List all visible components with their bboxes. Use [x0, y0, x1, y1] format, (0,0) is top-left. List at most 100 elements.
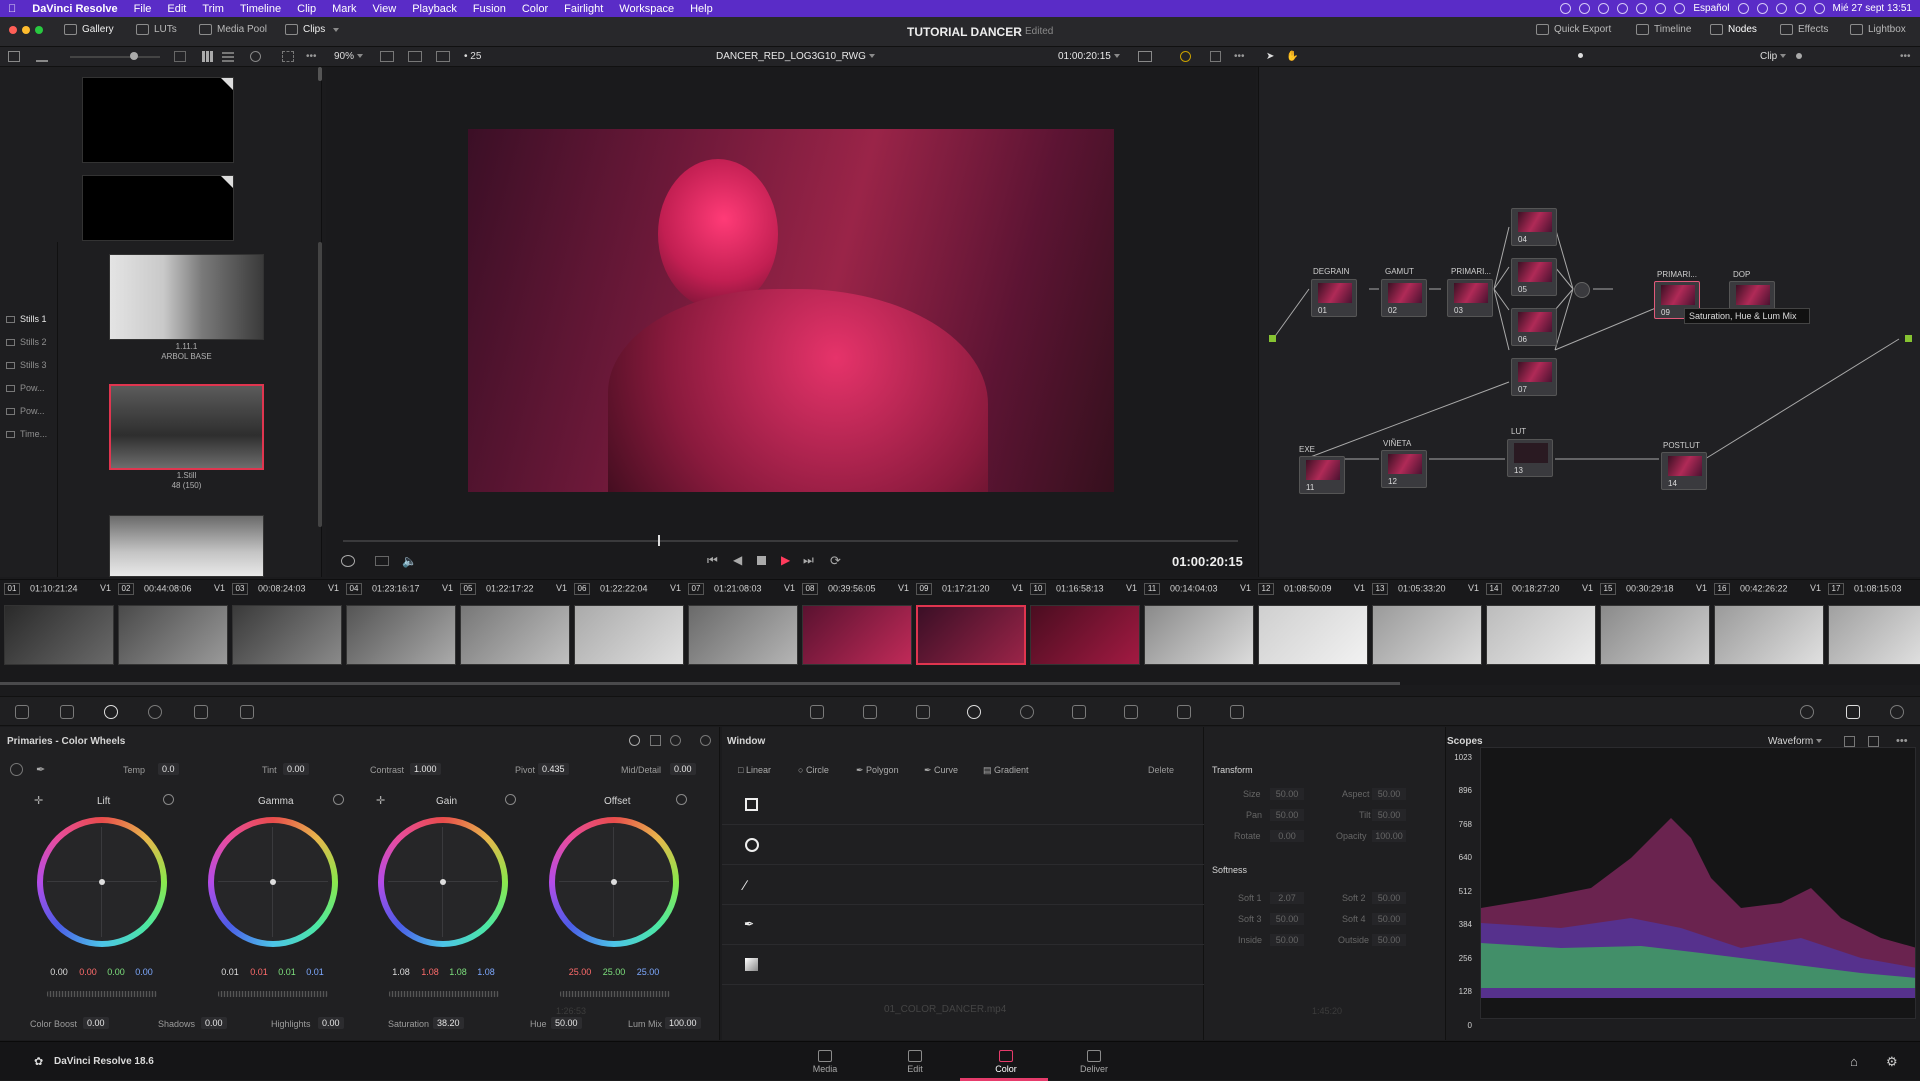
- node-06[interactable]: 06: [1511, 308, 1557, 346]
- node-zoom-handle[interactable]: [1796, 53, 1802, 59]
- gallery-scrollbar[interactable]: [318, 67, 322, 81]
- clip-thumbnail[interactable]: [460, 605, 570, 665]
- menu-help[interactable]: Help: [682, 3, 721, 15]
- node-input-source[interactable]: [1269, 335, 1276, 342]
- node-14[interactable]: 14: [1661, 452, 1707, 490]
- search-icon[interactable]: [1794, 3, 1806, 14]
- clip-mode-dropdown[interactable]: Clip: [1760, 51, 1787, 62]
- input-language[interactable]: Español: [1693, 3, 1729, 14]
- parallel-mixer-node[interactable]: [1574, 282, 1590, 298]
- menu-mark[interactable]: Mark: [324, 3, 364, 15]
- lum-mix-field[interactable]: 100.00: [665, 1017, 701, 1029]
- clip-thumbnail[interactable]: [688, 605, 798, 665]
- soft4-field[interactable]: 50.00: [1372, 913, 1406, 925]
- headphones-icon[interactable]: [1737, 3, 1749, 14]
- menu-clip[interactable]: Clip: [289, 3, 324, 15]
- opacity-field[interactable]: 100.00: [1372, 830, 1406, 842]
- clip-thumbnail[interactable]: [4, 605, 114, 665]
- gamma-wheel[interactable]: [208, 817, 338, 947]
- shadows-field[interactable]: 0.00: [201, 1017, 227, 1029]
- gallery-memory-thumb[interactable]: [82, 175, 234, 241]
- lift-reset-icon[interactable]: [163, 794, 174, 805]
- tint-field[interactable]: 0.00: [283, 763, 309, 775]
- page-edit[interactable]: Edit: [885, 1050, 945, 1074]
- zoom-window-button[interactable]: [35, 26, 43, 34]
- menu-fairlight[interactable]: Fairlight: [556, 3, 611, 15]
- clip-thumbnail[interactable]: [1030, 605, 1140, 665]
- gallery-memory-thumb[interactable]: [82, 77, 234, 163]
- search-icon[interactable]: [250, 51, 261, 62]
- node-03[interactable]: 03: [1447, 279, 1493, 317]
- skip-forward-icon[interactable]: ⏭: [803, 553, 814, 568]
- soft1-field[interactable]: 2.07: [1270, 892, 1304, 904]
- clip-thumbnail[interactable]: [232, 605, 342, 665]
- media-pool-button[interactable]: Media Pool: [199, 24, 267, 35]
- lightbox-toggle-button[interactable]: Lightbox: [1850, 24, 1906, 35]
- status-icon[interactable]: [1579, 3, 1591, 14]
- menu-trim[interactable]: Trim: [194, 3, 232, 15]
- color-boost-field[interactable]: 0.00: [83, 1017, 109, 1029]
- curve-window-icon[interactable]: ✒: [744, 917, 754, 931]
- menu-file[interactable]: File: [126, 3, 160, 15]
- window-tool-linear[interactable]: □ Linear: [738, 765, 771, 775]
- album-stills-2[interactable]: Stills 2: [6, 337, 47, 347]
- zoom-dropdown[interactable]: 90%: [334, 51, 364, 62]
- gear-icon[interactable]: ⚙: [1886, 1054, 1898, 1070]
- menu-workspace[interactable]: Workspace: [611, 3, 682, 15]
- stills-scrollbar[interactable]: [318, 242, 322, 527]
- home-icon[interactable]: ⌂: [1850, 1054, 1858, 1069]
- window-tool-polygon[interactable]: ✒ Polygon: [856, 765, 899, 776]
- window-row[interactable]: [722, 785, 1204, 825]
- window-tool-circle[interactable]: ○ Circle: [798, 765, 829, 775]
- album-timeline[interactable]: Time...: [6, 429, 47, 439]
- thumbnail-size-slider[interactable]: [70, 56, 160, 58]
- sort-icon[interactable]: [174, 51, 186, 62]
- clip-thumbnail[interactable]: [1486, 605, 1596, 665]
- lift-wheel[interactable]: [37, 817, 167, 947]
- image-wipe-icon[interactable]: [380, 51, 394, 62]
- camera-raw-icon[interactable]: [15, 705, 29, 719]
- close-window-button[interactable]: [9, 26, 17, 34]
- color-warper-icon[interactable]: [863, 705, 877, 719]
- window-palette-icon[interactable]: [967, 705, 981, 719]
- offset-wheel[interactable]: [549, 817, 679, 947]
- clip-thumbnail[interactable]: [1714, 605, 1824, 665]
- viewer-image[interactable]: [468, 129, 1114, 492]
- gain-g-value[interactable]: 1.08: [447, 967, 469, 977]
- more-options-icon[interactable]: •••: [1900, 51, 1911, 62]
- clips-button[interactable]: Clips: [285, 24, 340, 35]
- album-stills-1[interactable]: Stills 1: [6, 314, 47, 324]
- effects-toggle-button[interactable]: Effects: [1780, 24, 1828, 35]
- node-02[interactable]: 02: [1381, 279, 1427, 317]
- clip-thumbnail[interactable]: [574, 605, 684, 665]
- menu-playback[interactable]: Playback: [404, 3, 465, 15]
- clip-thumbnail[interactable]: [1258, 605, 1368, 665]
- window-row[interactable]: ✒: [722, 905, 1204, 945]
- polygon-window-icon[interactable]: ∕: [744, 877, 746, 893]
- lift-picker-icon[interactable]: ✛: [34, 794, 43, 807]
- menu-fusion[interactable]: Fusion: [465, 3, 514, 15]
- page-deliver[interactable]: Deliver: [1064, 1050, 1124, 1074]
- size-field[interactable]: 50.00: [1270, 788, 1304, 800]
- page-color[interactable]: Color: [976, 1050, 1036, 1074]
- timeline-scroll-thumb[interactable]: [0, 682, 1400, 685]
- rgb-mixer-icon[interactable]: [194, 705, 208, 719]
- fit-icon[interactable]: [282, 51, 294, 62]
- fullscreen-icon[interactable]: [1210, 51, 1221, 62]
- lift-master-slider[interactable]: [47, 991, 157, 997]
- delete-window-button[interactable]: Delete: [1148, 765, 1174, 775]
- import-still-icon[interactable]: [36, 51, 48, 62]
- clip-name-dropdown[interactable]: DANCER_RED_LOG3G10_RWG: [716, 51, 875, 62]
- audio-sync-icon[interactable]: [341, 555, 355, 567]
- window-row[interactable]: ∕: [722, 865, 1204, 905]
- thumbnail-size-handle[interactable]: [130, 52, 138, 60]
- gamma-g-value[interactable]: 0.01: [276, 967, 298, 977]
- status-icon[interactable]: [1617, 3, 1629, 14]
- album-powergrade-1[interactable]: Pow...: [6, 383, 45, 393]
- bars-mode-icon[interactable]: [650, 735, 661, 746]
- color-wheels-icon[interactable]: [104, 705, 118, 719]
- viewer-timecode-dropdown[interactable]: 01:00:20:15: [1058, 51, 1120, 62]
- motion-effects-icon[interactable]: [240, 705, 254, 719]
- window-row[interactable]: [722, 945, 1204, 985]
- menu-timeline[interactable]: Timeline: [232, 3, 289, 15]
